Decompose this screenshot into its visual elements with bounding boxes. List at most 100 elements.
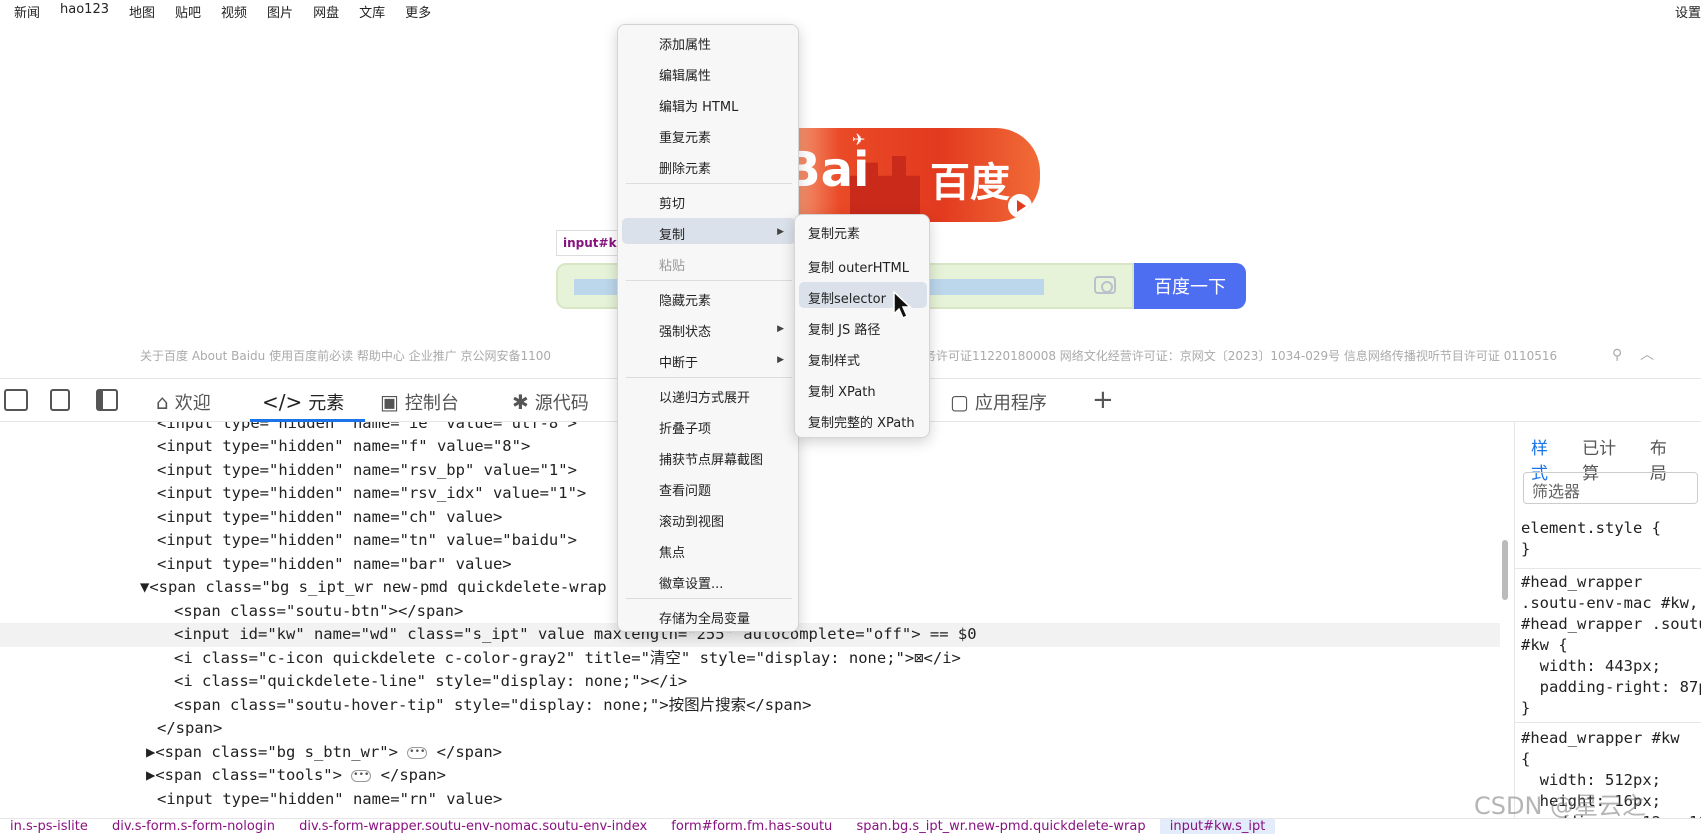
ellipsis-icon[interactable]: ••• — [351, 769, 372, 782]
menu-item-delete[interactable]: 删除元素 — [659, 158, 711, 177]
context-menu: 添加属性 编辑属性 编辑为 HTML 重复元素 删除元素 剪切 复制 ▶ 粘贴 … — [617, 24, 799, 632]
menu-item-cut[interactable]: 剪切 — [659, 193, 685, 212]
menu-item-store-global[interactable]: 存储为全局变量 — [659, 608, 750, 627]
menu-item-break-on[interactable]: 中断于 — [659, 352, 698, 371]
nav-more[interactable]: 更多 — [405, 2, 431, 21]
breadcrumb-item[interactable]: div.s-form.s-form-nologin — [102, 819, 285, 834]
dom-node[interactable]: <input type="hidden" name="ch" value> — [157, 506, 502, 530]
breadcrumb-item[interactable]: div.s-form-wrapper.soutu-env-nomac.soutu… — [289, 819, 657, 834]
dom-node[interactable]: <i class="c-icon quickdelete c-color-gra… — [174, 647, 961, 671]
tab-sources[interactable]: ✱ 源代码 — [512, 389, 589, 415]
dom-node[interactable]: <span class="soutu-btn"></span> — [174, 600, 463, 624]
tab-label: 欢迎 — [174, 393, 211, 414]
nav-news[interactable]: 新闻 — [14, 2, 40, 21]
chevron-up-icon[interactable]: ︿ — [1640, 347, 1654, 363]
dom-node[interactable]: <span class="soutu-hover-tip" style="dis… — [174, 694, 811, 718]
submenu-item-copy-styles[interactable]: 复制样式 — [808, 350, 860, 369]
submenu-item-copy-full-xpath[interactable]: 复制完整的 XPath — [808, 412, 915, 431]
submenu-item-copy-outerhtml[interactable]: 复制 outerHTML — [808, 257, 909, 276]
nav-map[interactable]: 地图 — [129, 2, 155, 21]
ellipsis-icon[interactable]: ••• — [407, 746, 428, 759]
breadcrumb-item[interactable]: form#form.fm.has-soutu — [661, 819, 842, 834]
accessibility-icon[interactable]: ⚲ — [1612, 347, 1622, 363]
logo-du-text: 百度 — [930, 160, 1010, 206]
dom-node[interactable]: <i class="quickdelete-line" style="displ… — [174, 670, 687, 694]
menu-item-collapse-children[interactable]: 折叠子项 — [659, 418, 711, 437]
menu-separator — [626, 183, 792, 184]
nav-pan[interactable]: 网盘 — [313, 2, 339, 21]
menu-item-badge-settings[interactable]: 徽章设置... — [659, 573, 723, 592]
tab-application[interactable]: ▢ 应用程序 — [950, 389, 1047, 415]
chevron-right-icon: ▶ — [777, 355, 784, 365]
dom-node-close[interactable]: </span> — [157, 717, 222, 741]
submenu-item-copy-element[interactable]: 复制元素 — [808, 223, 860, 242]
dom-node[interactable]: <input type="hidden" name="tn" value="ba… — [157, 529, 577, 553]
settings-link[interactable]: 设置 — [1675, 2, 1701, 21]
element-tooltip: input#kw — [556, 230, 618, 256]
console-icon: ▣ — [380, 390, 399, 414]
menu-item-scroll-into-view[interactable]: 滚动到视图 — [659, 511, 724, 530]
menu-item-add-attribute[interactable]: 添加属性 — [659, 34, 711, 53]
menu-item-capture-screenshot[interactable]: 捕获节点屏幕截图 — [659, 449, 763, 468]
dom-node[interactable]: <input type="hidden" name="ie" value="ut… — [157, 422, 577, 436]
submenu-item-copy-js-path[interactable]: 复制 JS 路径 — [808, 319, 880, 338]
breadcrumb: in.s-ps-islite div.s-form.s-form-nologin… — [0, 818, 1701, 835]
menu-item-force-state[interactable]: 强制状态 — [659, 321, 711, 340]
tab-welcome[interactable]: ⌂ 欢迎 — [156, 389, 211, 415]
inspect-icon[interactable] — [4, 389, 28, 411]
nav-tieba[interactable]: 贴吧 — [175, 2, 201, 21]
dom-node[interactable]: <input type="hidden" name="rn" value> — [157, 788, 502, 812]
dom-node-close: </span> — [380, 766, 446, 784]
menu-item-hide[interactable]: 隐藏元素 — [659, 290, 711, 309]
device-toolbar-icon[interactable] — [50, 389, 70, 411]
nav-hao123[interactable]: hao123 — [60, 2, 109, 20]
dom-node[interactable]: <input type="hidden" name="bar" value> — [157, 553, 512, 577]
submenu-item-copy-xpath[interactable]: 复制 XPath — [808, 381, 876, 400]
scrollbar-thumb[interactable] — [1502, 540, 1508, 600]
dom-node-collapsed[interactable]: ▶<span class="bg s_btn_wr"> ••• </span> — [146, 741, 502, 765]
dom-node[interactable]: <input type="hidden" name="rsv_bp" value… — [157, 459, 577, 483]
menu-item-copy[interactable]: 复制 — [659, 224, 685, 243]
add-tab-button[interactable]: + — [1092, 385, 1114, 415]
menu-item-duplicate[interactable]: 重复元素 — [659, 127, 711, 146]
dom-node[interactable]: <input type="hidden" name="f" value="8"> — [157, 435, 530, 459]
tab-label: 应用程序 — [974, 393, 1047, 414]
nav-video[interactable]: 视频 — [221, 2, 247, 21]
menu-separator — [626, 598, 792, 599]
breadcrumb-item[interactable]: in.s-ps-islite — [0, 819, 98, 834]
dom-node-expanded[interactable]: ▼<span class="bg s_ipt_wr new-pmd quickd… — [140, 576, 607, 600]
dock-icon[interactable] — [96, 389, 118, 411]
styles-filter-input[interactable]: 筛选器 — [1523, 472, 1698, 504]
menu-item-paste: 粘贴 — [659, 259, 686, 274]
css-rule[interactable]: element.style { } — [1521, 518, 1661, 560]
play-icon — [1008, 194, 1032, 218]
submenu-item-copy-selector[interactable]: 复制selector — [808, 288, 886, 307]
breadcrumb-item-current[interactable]: input#kw.s_ipt — [1159, 819, 1276, 834]
dom-node[interactable]: <input type="hidden" name="rsv_idx" valu… — [157, 482, 586, 506]
baidu-logo: Bai 百度 — [790, 128, 1040, 222]
breadcrumb-item[interactable]: span.bg.s_ipt_wr.new-pmd.quickdelete-wra… — [846, 819, 1155, 834]
logo-bai-text: Bai — [790, 142, 870, 198]
dom-node-close: </span> — [436, 743, 502, 761]
divider — [1515, 568, 1701, 569]
camera-icon[interactable] — [1094, 276, 1116, 294]
css-rule[interactable]: #head_wrapper .soutu-env-mac #kw, #head_… — [1521, 572, 1701, 719]
footer-license: 务许可证11220180008 网络文化经营许可证：京网文〔2023〕1034-… — [924, 349, 1558, 363]
code-icon: </> — [262, 390, 303, 414]
menu-item-highlight — [622, 218, 796, 244]
elements-scrollbar[interactable] — [1500, 428, 1510, 818]
footer-icons: ⚲ ︿ — [1612, 344, 1654, 364]
menu-item-view-issues[interactable]: 查看问题 — [659, 480, 711, 499]
menu-item-edit-attribute[interactable]: 编辑属性 — [659, 65, 711, 84]
search-button[interactable]: 百度一下 — [1134, 263, 1246, 309]
menu-item-expand-recursively[interactable]: 以递归方式展开 — [659, 387, 750, 406]
dom-node-collapsed[interactable]: ▶<span class="tools"> ••• </span> — [146, 764, 446, 788]
tab-label: 控制台 — [404, 393, 459, 414]
menu-item-focus[interactable]: 焦点 — [659, 542, 685, 561]
nav-wenku[interactable]: 文库 — [359, 2, 385, 21]
menu-item-edit-html[interactable]: 编辑为 HTML — [659, 96, 738, 115]
tab-elements[interactable]: </> 元素 — [262, 389, 344, 415]
menu-separator — [626, 280, 792, 281]
nav-images[interactable]: 图片 — [267, 2, 293, 21]
tab-console[interactable]: ▣ 控制台 — [380, 389, 459, 415]
